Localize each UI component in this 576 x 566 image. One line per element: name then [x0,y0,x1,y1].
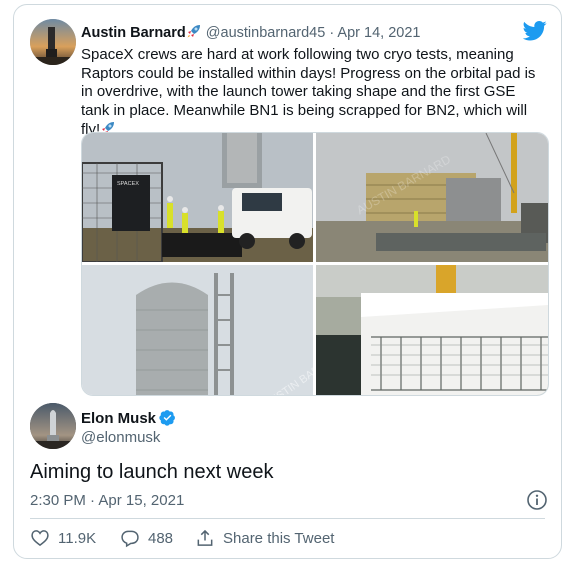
tweet-date: Apr 15, 2021 [98,492,185,509]
quoted-tweet-text: SpaceX crews are hard at work following … [81,46,543,140]
divider [30,518,545,519]
author-name[interactable]: Elon Musk [81,409,176,427]
photo-gse-tank[interactable]: AUSTIN BARNARD [82,265,313,395]
quoted-tweet-date[interactable]: Apr 14, 2021 [337,25,420,41]
tweet-time: 2:30 PM [30,492,86,509]
quoted-tweet-header: Austin Barnard @austinbarnard45 · Apr 14… [81,23,420,41]
twitter-bird-icon[interactable] [523,21,547,41]
reply-button[interactable]: 488 [120,527,173,549]
meta-separator: · [90,492,96,509]
share-icon [197,529,213,546]
quoted-author-name[interactable]: Austin Barnard [81,25,186,41]
tweet-timestamp[interactable]: 2:30 PM · Apr 15, 2021 [30,492,184,509]
like-count: 11.9K [58,529,97,547]
rocket-emoji-icon [187,25,200,38]
photo-spacex-sign-crew[interactable]: SPACEX [82,133,313,262]
meta-separator: · [329,25,335,41]
reply-count: 488 [148,529,174,547]
spacex-sign-text: SPACEX [117,181,139,187]
heart-icon [31,530,49,547]
quoted-tweet-body: SpaceX crews are hard at work following … [81,46,536,138]
photo-fenced-structure[interactable] [316,265,548,395]
tweet-text: Aiming to launch next week [30,461,274,483]
media-grid: SPACEX AUSTIN BARNARD [81,132,549,396]
share-label: Share this Tweet [223,529,335,547]
author-handle[interactable]: @elonmusk [81,429,160,446]
reply-icon [121,530,139,548]
photo-stacked-containers[interactable]: AUSTIN BARNARD [316,133,548,262]
author-name-text: Elon Musk [81,410,157,427]
like-button[interactable]: 11.9K [30,527,96,549]
quoted-author-handle[interactable]: @austinbarnard45 [206,25,326,41]
verified-badge-icon [159,410,175,426]
elon-musk-avatar[interactable] [30,403,76,449]
embedded-tweet-card: Austin Barnard @austinbarnard45 · Apr 14… [13,4,562,559]
austin-barnard-avatar[interactable] [30,19,76,65]
share-button[interactable]: Share this Tweet [195,527,334,549]
info-icon[interactable] [526,489,548,511]
